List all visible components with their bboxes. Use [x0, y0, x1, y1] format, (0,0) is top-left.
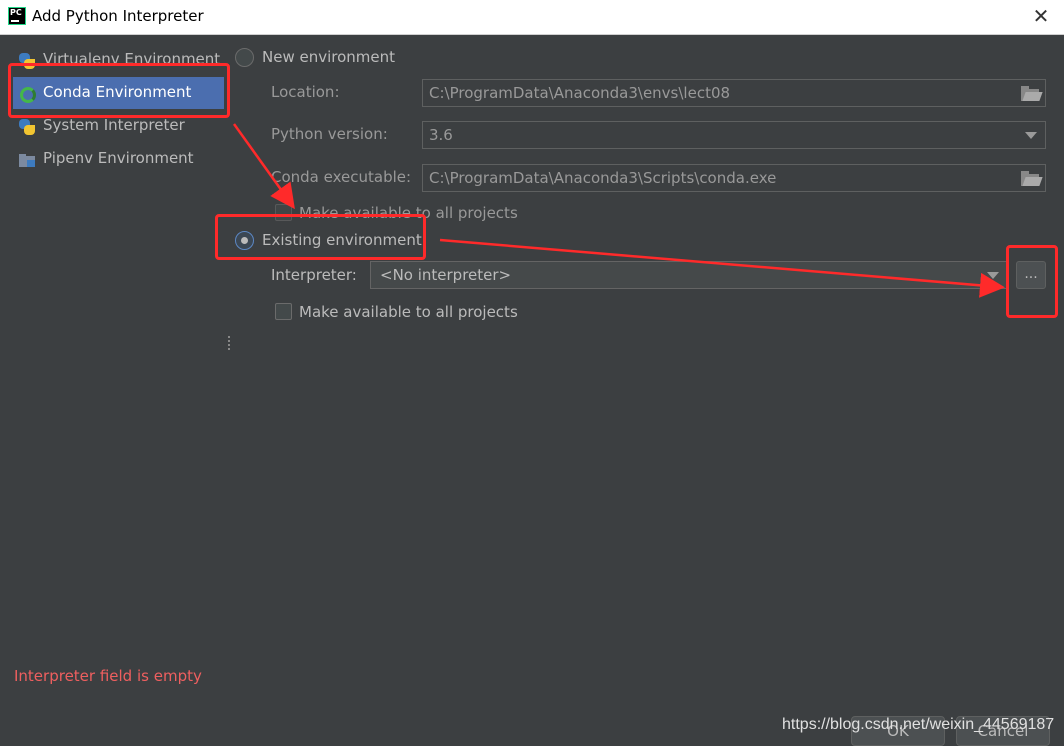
annotation-arrow-right: [439, 238, 1005, 298]
annotation-arrow-down: [232, 123, 295, 210]
annotation-arrows: [232, 123, 1005, 298]
